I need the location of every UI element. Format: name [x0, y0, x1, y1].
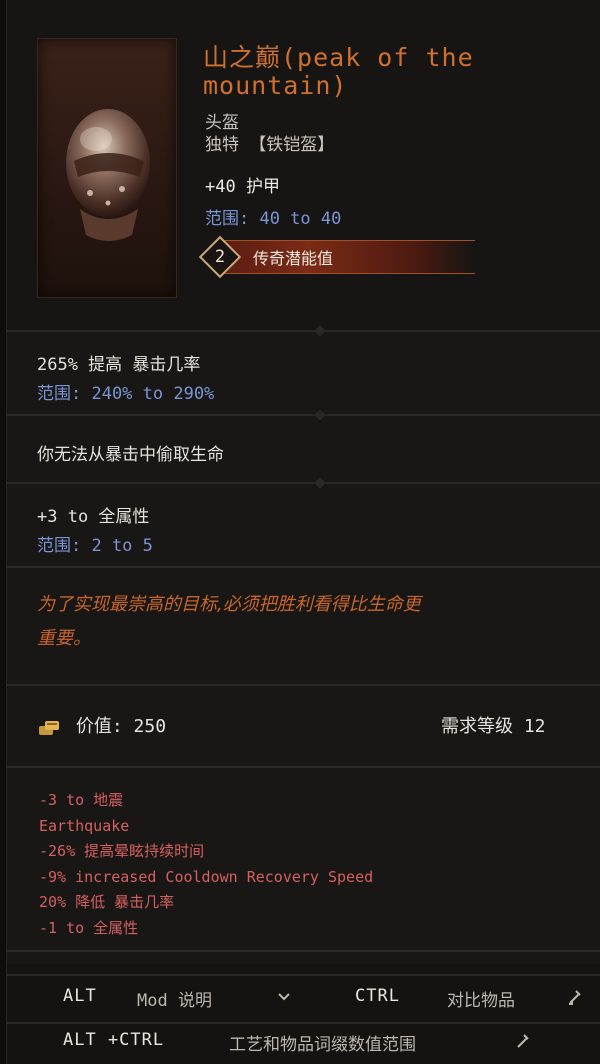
legendary-potential-label: 传奇潜能值 [253, 249, 334, 268]
divider [7, 974, 600, 976]
ctrl-key: CTRL [355, 986, 400, 1006]
affix-all-attributes: +3 to 全属性 范围: 2 to 5 [37, 502, 153, 556]
affix-text: 265% 提高 暴击几率 [37, 355, 201, 375]
alt-ctrl-keys: ALT +CTRL [63, 1030, 165, 1050]
alt-key: ALT [63, 986, 97, 1006]
legendary-potential-count: 2 [214, 247, 226, 267]
affix-text: 你无法从暴击中偷取生命 [37, 445, 224, 465]
negative-mod: Earthquake [39, 816, 130, 835]
item-rarity-base: 独特 【铁铠盔】 [205, 135, 335, 155]
flavor-text: 为了实现最崇高的目标,必须把胜利看得比生命更 重要。 [37, 588, 597, 656]
flavor-line-1: 为了实现最崇高的目标,必须把胜利看得比生命更 [37, 594, 421, 615]
range-icon [517, 1034, 529, 1048]
negative-mod: -26% 提高晕眩持续时间 [39, 842, 205, 860]
negative-mod: -9% increased Cooldown Recovery Speed [39, 867, 374, 886]
divider [7, 766, 600, 768]
mod-explanation-button[interactable]: Mod 说明 [137, 986, 212, 1011]
divider [7, 414, 600, 416]
divider [7, 330, 600, 332]
armor-range: 范围: 40 to 40 [205, 209, 342, 229]
affix-range: 范围: 240% to 290% [37, 384, 215, 404]
item-header: 山之巅(peak of the mountain) 头盔 独特 【铁铠盔】 +4… [7, 0, 600, 330]
affix-range-button[interactable]: 工艺和物品词缀数值范围 [229, 1030, 416, 1055]
footer-row-2: ALT +CTRL 工艺和物品词缀数值范围 [7, 1024, 600, 1064]
negative-mod: -3 to 地震 [39, 791, 124, 809]
affix-range: 范围: 2 to 5 [37, 536, 153, 556]
legendary-potential-badge: 2 传奇潜能值 [198, 235, 475, 279]
negative-mod: -1 to 全属性 [39, 918, 139, 937]
negative-mods: -3 to 地震 Earthquake -26% 提高晕眩持续时间 -9% in… [39, 788, 373, 941]
item-portrait [37, 38, 177, 298]
armor-stat: +40 护甲 [205, 177, 280, 197]
flavor-line-2: 重要。 [37, 628, 91, 649]
divider-diamond [314, 477, 326, 489]
divider-diamond [314, 409, 326, 421]
coin-icon [39, 721, 59, 735]
divider [7, 566, 600, 568]
compare-icon [569, 990, 581, 1005]
item-tooltip: 山之巅(peak of the mountain) 头盔 独特 【铁铠盔】 +4… [6, 0, 600, 1064]
chevron-down-icon[interactable] [277, 992, 291, 1002]
helmet-icon [66, 109, 150, 241]
divider [7, 482, 600, 484]
level-requirement: 需求等级 12 [441, 716, 546, 737]
compare-items-button[interactable]: 对比物品 [447, 986, 515, 1011]
negative-mod: 20% 降低 暴击几率 [39, 893, 175, 911]
footer-row-1: ALT Mod 说明 CTRL 对比物品 [7, 980, 600, 1024]
item-name: 山之巅(peak of the mountain) [203, 43, 474, 100]
affix-text: +3 to 全属性 [37, 507, 150, 527]
affix-no-leech: 你无法从暴击中偷取生命 [37, 440, 224, 465]
item-value-label: 价值: 250 [75, 716, 167, 737]
item-value: 价值: 250 [37, 712, 166, 738]
divider [7, 684, 600, 686]
footer-hints: ALT Mod 说明 CTRL 对比物品 ALT +CTRL 工艺和物品词缀数值… [7, 964, 600, 1064]
divider [7, 950, 600, 952]
affix-crit-chance: 265% 提高 暴击几率 范围: 240% to 290% [37, 350, 214, 404]
